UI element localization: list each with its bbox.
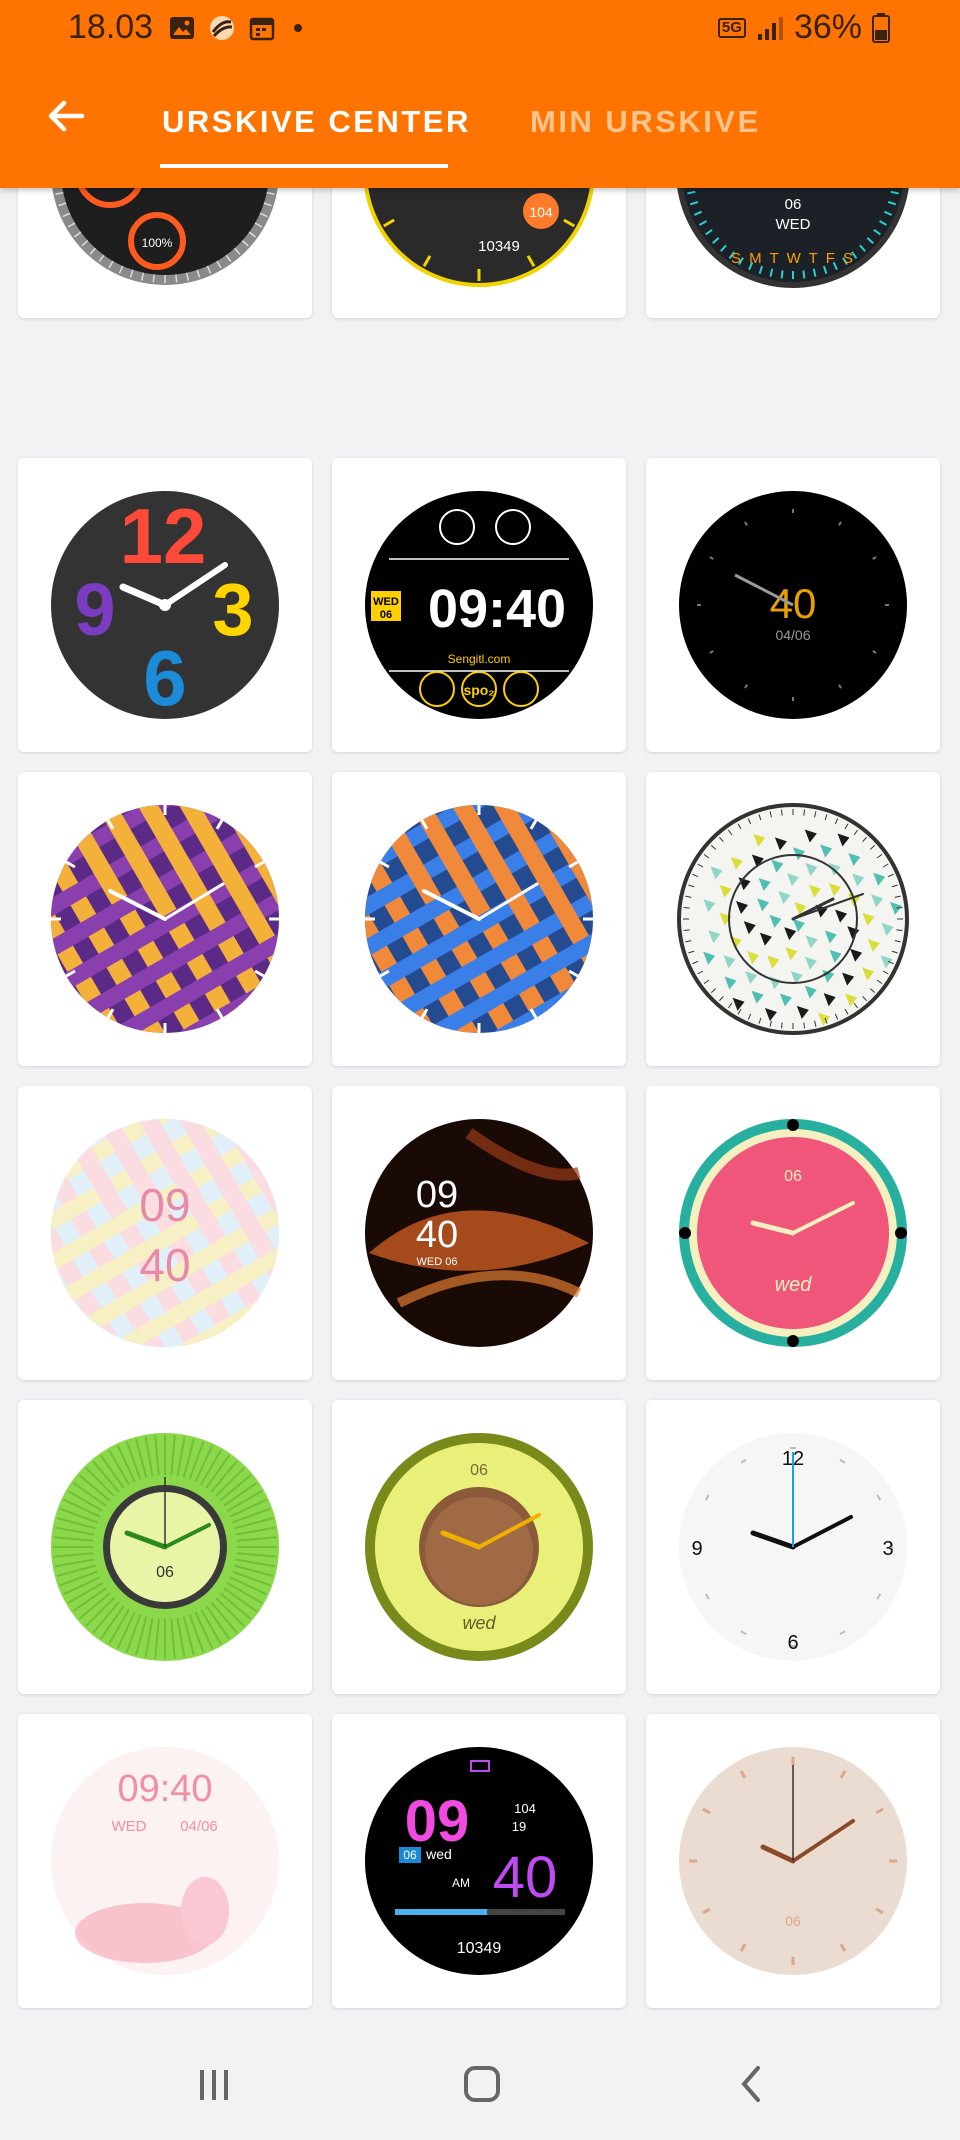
tab-urskive-center[interactable]: URSKIVE CENTER <box>162 104 471 140</box>
watch-face-preview-terrazzo <box>677 803 909 1035</box>
watch-face-card[interactable]: 09 40 <box>18 1086 312 1380</box>
watch-face-card[interactable]: 06 <box>18 1400 312 1694</box>
watch-face-preview-blue-weave <box>365 805 593 1033</box>
home-button[interactable] <box>452 2054 512 2114</box>
watch-face-card[interactable]: 09 104 19 06 wed AM 40 10349 <box>332 1714 626 2008</box>
watch-face-card[interactable]: 40 04/06 <box>646 458 940 752</box>
watch-face-preview-purple-weave <box>51 805 279 1033</box>
watch-face-preview-digital-sengitl: WED06 09:40 Sengitl.com spo₂ <box>365 491 593 719</box>
calendar-icon <box>249 17 275 41</box>
back-button[interactable] <box>40 90 92 142</box>
watch-face-grid: 04-06WED PM 24H 09:40 10349100% 100%104 … <box>0 0 960 2020</box>
svg-text:wed: wed <box>462 1613 496 1633</box>
network-type: 5G <box>717 17 746 38</box>
svg-text:06: 06 <box>380 609 392 621</box>
battery-icon <box>872 12 890 43</box>
watch-face-card[interactable]: 06 wed <box>646 1086 940 1380</box>
svg-text:40: 40 <box>493 1845 558 1910</box>
active-tab-indicator <box>160 164 448 168</box>
watch-face-card[interactable]: 06 <box>646 1714 940 2008</box>
svg-text:wed: wed <box>425 1846 452 1862</box>
watch-face-preview-white-classic: 12369 <box>679 1433 907 1661</box>
status-time: 18.03 <box>68 8 154 46</box>
svg-text:Sengitl.com: Sengitl.com <box>448 652 511 666</box>
home-icon <box>464 2066 500 2102</box>
watch-face-preview-pink-deer: 09:40 WED 04/06 <box>51 1747 279 1975</box>
watch-face-preview-colorful-numbers: 12 3 6 9 <box>51 491 279 722</box>
svg-text:S M T W T F S: S M T W T F S <box>731 250 855 267</box>
svg-text:06: 06 <box>784 1168 802 1185</box>
svg-text:9: 9 <box>74 568 115 651</box>
watch-face-preview-minimal-black: 4004/06 <box>679 491 907 719</box>
watch-face-card[interactable]: 06 wed <box>332 1400 626 1694</box>
arrow-left-icon <box>48 100 85 132</box>
system-nav-bar <box>0 2020 960 2140</box>
svg-text:WED 06: WED 06 <box>417 1256 458 1268</box>
svg-text:06: 06 <box>156 1564 174 1581</box>
svg-text:19: 19 <box>512 1819 526 1834</box>
watch-face-card[interactable]: 12 3 6 9 <box>646 1400 940 1694</box>
svg-text:AM: AM <box>452 1876 470 1890</box>
svg-text:WED: WED <box>373 596 399 608</box>
app-notification-icon <box>210 16 234 40</box>
watch-face-preview-rose-gold: 06 <box>679 1747 907 1975</box>
status-bar: 18.03 5G 36% <box>0 0 960 60</box>
svg-text:09:40: 09:40 <box>428 579 566 639</box>
nav-back-button[interactable] <box>722 2054 782 2114</box>
watch-face-preview-neon-digital: 09 104 19 06 wed AM 40 10349 <box>365 1747 593 1975</box>
svg-text:WED: WED <box>112 1818 147 1835</box>
svg-text:6: 6 <box>787 1632 798 1654</box>
watch-face-card[interactable]: 09 40 WED 06 <box>332 1086 626 1380</box>
back-icon <box>741 2066 760 2102</box>
status-left-icons <box>168 14 302 42</box>
battery-percent: 36% <box>793 8 862 46</box>
svg-text:spo₂: spo₂ <box>463 682 494 698</box>
svg-text:40: 40 <box>139 1239 190 1291</box>
svg-text:3: 3 <box>882 1538 893 1560</box>
recent-apps-button[interactable] <box>184 2054 244 2114</box>
svg-text:10349: 10349 <box>478 238 520 255</box>
svg-text:04/06: 04/06 <box>775 627 810 643</box>
watch-face-card[interactable]: WED 06 09:40 Sengitl.com spo₂ <box>332 458 626 752</box>
svg-text:100%: 100% <box>142 236 173 250</box>
svg-text:04/06: 04/06 <box>180 1818 218 1835</box>
svg-text:06: 06 <box>785 196 802 213</box>
watch-face-card[interactable]: 09:40 WED 04/06 <box>18 1714 312 2008</box>
watch-face-preview-olive-bowl: 06 wed <box>365 1433 593 1661</box>
app-header: 18.03 5G 36% URSKIVE CENTER MIN URSKIVE <box>0 0 960 188</box>
svg-text:09: 09 <box>416 1174 458 1216</box>
watch-face-card[interactable] <box>646 772 940 1066</box>
notification-dot <box>294 24 302 32</box>
watch-face-preview-orange-marble: 0940WED 06 <box>365 1119 593 1347</box>
signal-icon <box>757 16 783 40</box>
svg-text:9: 9 <box>691 1538 702 1560</box>
svg-text:40: 40 <box>416 1214 458 1256</box>
status-right-icons: 5G 36% <box>717 8 890 47</box>
svg-text:104: 104 <box>514 1801 536 1816</box>
gallery-icon <box>170 17 194 39</box>
svg-text:12: 12 <box>120 492 207 580</box>
svg-text:10349: 10349 <box>457 1940 502 1957</box>
svg-text:104: 104 <box>529 204 553 220</box>
watch-face-card[interactable] <box>18 772 312 1066</box>
tab-min-urskive[interactable]: MIN URSKIVE <box>530 104 761 140</box>
svg-text:6: 6 <box>143 634 186 722</box>
watch-face-preview-pink-analog: 06 wed <box>679 1119 907 1347</box>
svg-text:09: 09 <box>405 1789 470 1854</box>
watch-face-card[interactable] <box>332 772 626 1066</box>
watch-face-preview-green-gear: 06 <box>51 1433 279 1661</box>
app-bar: URSKIVE CENTER MIN URSKIVE <box>0 60 960 188</box>
svg-text:wed: wed <box>775 1274 813 1296</box>
svg-text:WED: WED <box>776 216 811 233</box>
svg-text:09:40: 09:40 <box>117 1768 212 1810</box>
svg-text:09: 09 <box>139 1179 190 1231</box>
recent-apps-icon <box>200 2070 228 2100</box>
svg-text:06: 06 <box>470 1462 488 1479</box>
svg-text:06: 06 <box>403 1848 417 1862</box>
watch-face-card[interactable]: 12 3 6 9 <box>18 458 312 752</box>
watch-face-preview-pastel-digital: 0940 <box>51 1119 279 1347</box>
svg-text:06: 06 <box>785 1913 801 1929</box>
svg-text:3: 3 <box>212 568 253 651</box>
